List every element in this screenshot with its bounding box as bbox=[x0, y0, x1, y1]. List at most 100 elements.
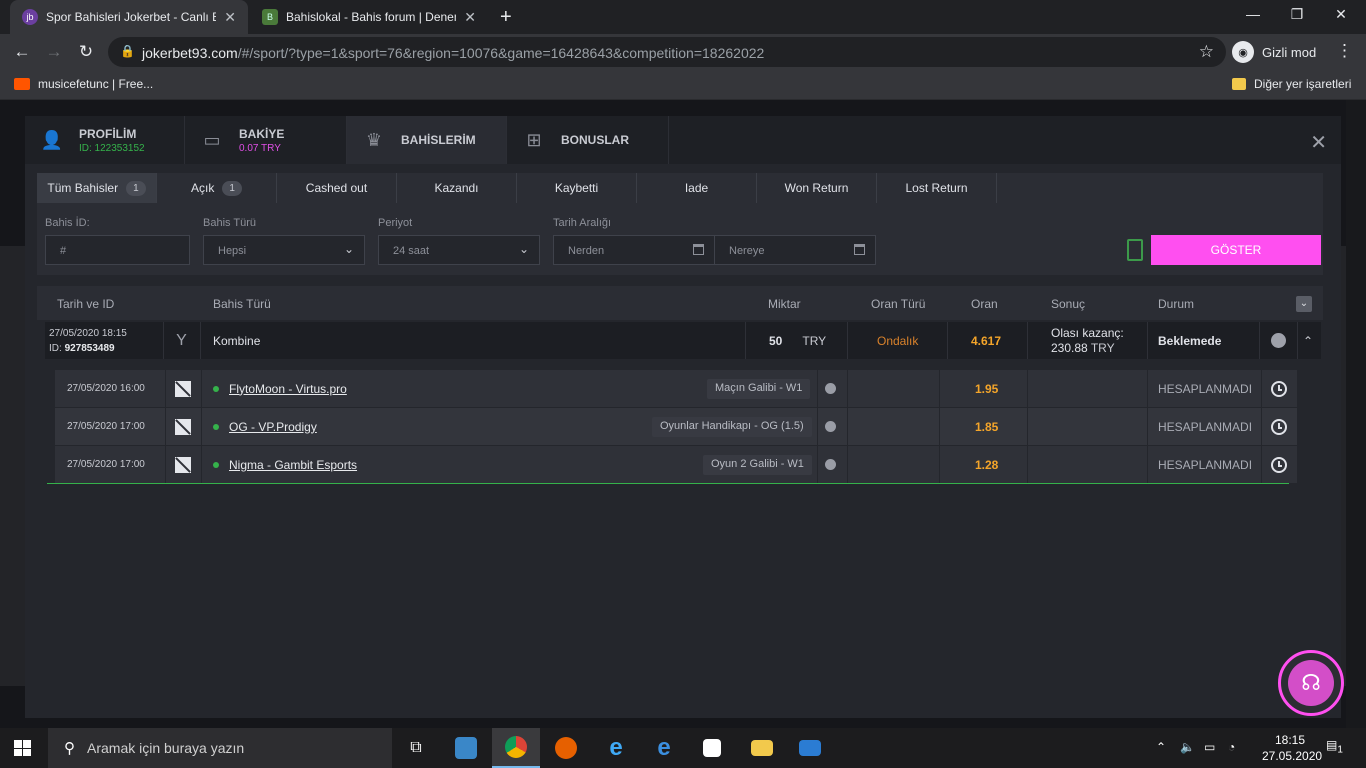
bet-filters: Tüm Bahisler 1 Açık 1 Cashed out Kazandı K… bbox=[37, 173, 1323, 275]
task-view-icon[interactable]: ⧉ bbox=[392, 728, 440, 768]
tab-label: PROFİLİM bbox=[79, 126, 137, 141]
chrome-icon[interactable] bbox=[492, 728, 540, 768]
browser-tab-bahislokal[interactable]: B Bahislokal - Bahis forum | Deneme ✕ bbox=[250, 0, 488, 34]
clipboard-icon[interactable] bbox=[1127, 239, 1143, 261]
incognito-label: Gizli mod bbox=[1262, 44, 1317, 60]
browser-menu-icon[interactable]: ⋮ bbox=[1336, 41, 1353, 61]
show-button[interactable]: GÖSTER bbox=[1151, 235, 1321, 265]
address-bar[interactable]: 🔒 jokerbet93.com/#/sport/?type=1&sport=7… bbox=[108, 37, 1226, 67]
volume-icon[interactable]: 🔈 bbox=[1180, 740, 1195, 754]
filter-tab-lost[interactable]: Kaybetti bbox=[517, 173, 637, 203]
info-icon[interactable] bbox=[825, 408, 836, 445]
bet-row[interactable]: 27/05/2020 18:15 ID: 927853489 Y Kombine… bbox=[45, 322, 1321, 359]
clock-icon bbox=[1271, 370, 1287, 407]
header-odds-type: Oran Türü bbox=[871, 297, 926, 311]
other-bookmarks[interactable]: Diğer yer işaretleri bbox=[1232, 77, 1351, 91]
taskbar-clock[interactable]: 18:15 27.05.2020 bbox=[1262, 732, 1322, 764]
live-dot-icon bbox=[213, 385, 219, 392]
bet-date-id: 27/05/2020 18:15 ID: 927853489 bbox=[49, 327, 127, 354]
bet-status-tabs: Tüm Bahisler 1 Açık 1 Cashed out Kazandı K… bbox=[37, 173, 997, 203]
tab-label: BONUSLAR bbox=[561, 133, 629, 147]
selection-row[interactable]: 27/05/2020 17:00 Nigma - Gambit Esports … bbox=[55, 446, 1297, 483]
selection-datetime: 27/05/2020 17:00 bbox=[67, 459, 145, 470]
bet-type-select[interactable]: Hepsi ⌄ bbox=[203, 235, 365, 265]
left-page-strip bbox=[0, 246, 25, 686]
bookmark-item[interactable]: musicefetunc | Free... bbox=[14, 77, 153, 91]
selection-market: Oyun 2 Galibi - W1 bbox=[703, 455, 812, 475]
chevron-down-icon: ⌄ bbox=[518, 242, 529, 256]
selection-match[interactable]: FlytoMoon - Virtus.pro bbox=[213, 370, 347, 407]
collapse-all-icon[interactable]: ⌄ bbox=[1296, 296, 1312, 312]
divider bbox=[47, 483, 1289, 484]
calendar-icon bbox=[854, 244, 865, 255]
tab-title: Bahislokal - Bahis forum | Deneme bbox=[286, 10, 457, 24]
store-icon[interactable] bbox=[688, 728, 736, 768]
mail-icon[interactable] bbox=[786, 728, 834, 768]
info-icon[interactable] bbox=[825, 446, 836, 483]
selection-row[interactable]: 27/05/2020 17:00 OG - VP.Prodigy Oyunlar… bbox=[55, 408, 1297, 445]
other-bookmarks-label: Diğer yer işaretleri bbox=[1254, 77, 1352, 91]
period-select[interactable]: 24 saat ⌄ bbox=[378, 235, 540, 265]
collapse-row-icon[interactable]: ⌃ bbox=[1303, 322, 1313, 359]
folder-icon bbox=[1232, 78, 1246, 90]
taskbar-search[interactable]: ⚲ Aramak için buraya yazın bbox=[48, 728, 392, 768]
close-modal-icon[interactable]: ✕ bbox=[1310, 130, 1327, 155]
minimize-icon[interactable]: — bbox=[1238, 6, 1268, 22]
filter-tab-won-return[interactable]: Won Return bbox=[757, 173, 877, 203]
selection-match[interactable]: OG - VP.Prodigy bbox=[213, 408, 317, 445]
filter-tab-all[interactable]: Tüm Bahisler 1 bbox=[37, 173, 157, 203]
live-support-button[interactable]: ☊ bbox=[1278, 650, 1344, 716]
selection-match[interactable]: Nigma - Gambit Esports bbox=[213, 446, 357, 483]
windows-start-icon[interactable] bbox=[14, 740, 32, 756]
info-icon[interactable] bbox=[825, 370, 836, 407]
control-panel-icon[interactable] bbox=[442, 728, 490, 768]
firefox-icon[interactable] bbox=[542, 728, 590, 768]
edge-icon[interactable]: e bbox=[640, 728, 688, 768]
file-explorer-icon[interactable] bbox=[738, 728, 786, 768]
reload-icon[interactable]: ↻ bbox=[76, 42, 96, 62]
filter-tab-won[interactable]: Kazandı bbox=[397, 173, 517, 203]
incognito-indicator[interactable]: ◉ Gizli mod bbox=[1232, 41, 1316, 63]
browser-tab-bar: jb Spor Bahisleri Jokerbet - Canlı Ba ✕ … bbox=[0, 0, 1366, 34]
header-result: Sonuç bbox=[1051, 297, 1086, 311]
restore-icon[interactable]: ❐ bbox=[1282, 6, 1312, 23]
table-header: Tarih ve ID Bahis Türü Miktar Oran Türü … bbox=[37, 286, 1323, 320]
close-window-icon[interactable]: ✕ bbox=[1326, 6, 1356, 23]
notification-icon[interactable]: ▤1 bbox=[1326, 738, 1343, 755]
tab-bonuses[interactable]: ⊞ BONUSLAR bbox=[507, 116, 669, 164]
close-tab-icon[interactable]: ✕ bbox=[464, 9, 476, 26]
browser-tab-jokerbet[interactable]: jb Spor Bahisleri Jokerbet - Canlı Ba ✕ bbox=[10, 0, 248, 34]
filter-tab-refund[interactable]: Iade bbox=[637, 173, 757, 203]
lock-icon: 🔒 bbox=[120, 44, 135, 58]
bet-id-input[interactable]: # bbox=[45, 235, 190, 265]
clock-icon bbox=[1271, 322, 1286, 359]
ie-icon[interactable]: e bbox=[592, 728, 640, 768]
tab-title: Spor Bahisleri Jokerbet - Canlı Ba bbox=[46, 10, 217, 24]
tab-profile[interactable]: 👤 PROFİLİM ID: 122353152 bbox=[25, 116, 185, 164]
page-scrollbar[interactable] bbox=[1346, 100, 1366, 728]
date-to-input[interactable]: Nereye bbox=[714, 235, 876, 265]
wifi-icon[interactable]: ◔ bbox=[1228, 740, 1235, 754]
balance-value: 0.07 TRY bbox=[239, 142, 281, 154]
tab-balance[interactable]: ▭ BAKİYE 0.07 TRY bbox=[185, 116, 347, 164]
selection-row[interactable]: 27/05/2020 16:00 FlytoMoon - Virtus.pro … bbox=[55, 370, 1297, 407]
header-odds: Oran bbox=[971, 297, 998, 311]
tab-my-bets[interactable]: ♛ BAHİSLERİM bbox=[347, 116, 507, 164]
selection-odds: 1.28 bbox=[975, 457, 999, 472]
close-tab-icon[interactable]: ✕ bbox=[224, 9, 236, 26]
bookmark-star-icon[interactable]: ☆ bbox=[1199, 42, 1214, 62]
dota2-icon bbox=[175, 408, 191, 445]
filter-tab-open[interactable]: Açık 1 bbox=[157, 173, 277, 203]
selection-odds: 1.95 bbox=[975, 381, 999, 396]
filter-tab-cashed-out[interactable]: Cashed out bbox=[277, 173, 397, 203]
clock-time: 18:15 bbox=[1274, 733, 1306, 747]
selection-datetime: 27/05/2020 16:00 bbox=[67, 383, 145, 394]
jokerbet-favicon-icon: jb bbox=[22, 9, 38, 25]
date-from-input[interactable]: Nerden bbox=[553, 235, 715, 265]
filter-tab-lost-return[interactable]: Lost Return bbox=[877, 173, 997, 203]
battery-icon[interactable]: ▭ bbox=[1204, 740, 1215, 754]
new-tab-button[interactable]: + bbox=[500, 6, 512, 29]
back-icon[interactable]: ← bbox=[12, 42, 32, 62]
forward-icon[interactable]: → bbox=[44, 42, 64, 62]
tray-chevron-icon[interactable]: ⌃ bbox=[1156, 740, 1166, 754]
